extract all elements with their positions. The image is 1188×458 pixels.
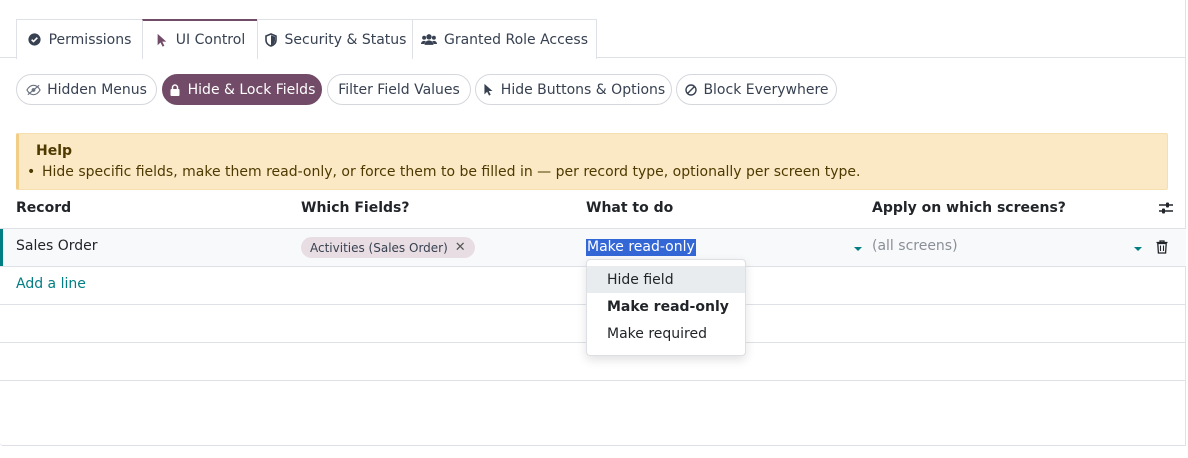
subtab-hidden-menus[interactable]: Hidden Menus [16, 74, 157, 105]
dropdown-option-make-required[interactable]: Make required [587, 320, 745, 347]
subtab-label: Hidden Menus [47, 81, 147, 98]
action-select-value: Make read-only [586, 239, 696, 256]
check-circle-icon [28, 33, 42, 47]
ban-icon [684, 83, 697, 96]
tab-bar: Permissions UI Control Security & Status… [0, 0, 1186, 59]
cell-record[interactable]: Sales Order [16, 238, 98, 254]
chevron-down-icon[interactable] [1134, 247, 1142, 251]
tab-label: Granted Role Access [443, 31, 589, 48]
trash-icon[interactable] [1156, 240, 1168, 254]
tab-label: Permissions [48, 31, 132, 48]
users-icon [420, 33, 437, 47]
shield-icon [264, 32, 278, 47]
close-icon[interactable]: ✕ [455, 240, 466, 255]
tab-label: Security & Status [284, 31, 407, 48]
tab-label: UI Control [175, 32, 246, 48]
tab-permissions[interactable]: Permissions [16, 19, 143, 59]
dropdown-option-hide-field[interactable]: Hide field [587, 266, 745, 293]
column-settings-icon[interactable] [1158, 200, 1174, 216]
tab-ui-control[interactable]: UI Control [142, 19, 258, 59]
subtab-hide-buttons-options[interactable]: Hide Buttons & Options [475, 74, 672, 105]
column-header-record[interactable]: Record [16, 200, 71, 216]
help-alert: Help Hide specific fields, make them rea… [16, 133, 1168, 190]
subtab-hide-lock-fields[interactable]: Hide & Lock Fields [162, 74, 322, 105]
field-tag-label: Activities (Sales Order) [310, 240, 448, 255]
pointer-icon [155, 33, 169, 47]
action-dropdown: Hide field Make read-only Make required [586, 259, 746, 356]
subtab-label: Block Everywhere [703, 81, 829, 98]
subtab-label: Hide & Lock Fields [187, 81, 316, 98]
add-line-button[interactable]: Add a line [16, 276, 86, 292]
pointer-icon [482, 83, 495, 96]
subtab-filter-field-values[interactable]: Filter Field Values [327, 74, 471, 105]
help-title: Help [36, 143, 73, 159]
row-divider [0, 380, 1186, 381]
help-item: Hide specific fields, make them read-onl… [27, 164, 860, 180]
tab-security-status[interactable]: Security & Status [257, 19, 413, 59]
dropdown-option-make-read-only[interactable]: Make read-only [587, 293, 745, 320]
eye-slash-icon [26, 83, 41, 96]
subtab-block-everywhere[interactable]: Block Everywhere [676, 74, 837, 105]
tab-granted-role-access[interactable]: Granted Role Access [412, 19, 597, 59]
column-header-what-to-do[interactable]: What to do [586, 200, 673, 216]
column-header-screens[interactable]: Apply on which screens? [872, 200, 1066, 216]
chevron-down-icon[interactable] [854, 247, 862, 251]
lock-icon [169, 83, 182, 96]
subtab-label: Filter Field Values [338, 81, 460, 98]
screens-select[interactable]: (all screens) [872, 238, 958, 254]
column-header-which-fields[interactable]: Which Fields? [301, 200, 409, 216]
field-tag: Activities (Sales Order) ✕ [301, 237, 475, 258]
subtab-label: Hide Buttons & Options [500, 81, 666, 98]
